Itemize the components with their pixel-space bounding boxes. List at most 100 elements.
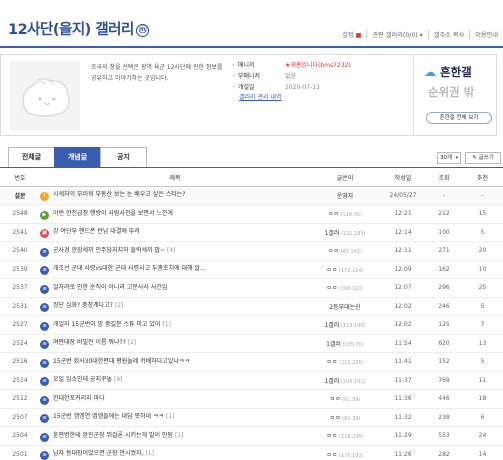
post-subject-cell[interactable]: ≡ 한대한포커리지 마다: [40, 389, 310, 409]
gallery-description: 조국의 창을 선택은 광역 육군 12사단에 관한 정보를 공유하고 이야기하는…: [91, 64, 223, 82]
top-menu-item[interactable]: 설정 ■: [337, 30, 366, 39]
table-row[interactable]: 2512 ≡ 한대한포커리지 마다 ㅇㅇ (61.39) 11:36 446 18: [0, 389, 503, 409]
post-subject-cell[interactable]: ≡ 군사경 한장세끼 민주당지지자 들락세끼 팝~ [4]: [40, 241, 310, 261]
post-subject[interactable]: 개얼지 15군번이 밤 중길문 스튜 미고 있어: [53, 321, 160, 328]
post-subject-cell[interactable]: ≡ 얼차려로 인한 순직이 아니라 고문사사 사건임: [40, 278, 310, 298]
post-subject-cell[interactable]: ≡ 남자 동대장이었으면 군장 안시켰지, [1]: [40, 445, 310, 460]
post-count-select[interactable]: 30개: [437, 152, 461, 164]
post-writer[interactable]: 운영자: [310, 186, 380, 205]
post-writer[interactable]: ㅇㅇ (106.101): [310, 278, 380, 298]
column-header: 글쓴이: [310, 170, 380, 187]
post-subject[interactable]: 군사경 한장세끼 민주당지지자 들락세끼 팝~: [53, 247, 165, 254]
table-row[interactable]: 2524 ≡ 여판대장 비밀전 이름 뭐냐?? [2] 1갤러 (105.70) 11:5…: [0, 334, 503, 353]
top-menu-label: 갤주소 복사: [433, 31, 465, 39]
tab-2[interactable]: 공지: [100, 147, 147, 167]
comment-count[interactable]: [4]: [167, 247, 176, 254]
table-row[interactable]: 2531 ≡ 징단 심화? 중창계다고? [2] 2등부대는신 12:02 246 5: [0, 297, 503, 316]
comment-count[interactable]: [2]: [115, 302, 124, 309]
gallery-header: 12사단(을지) 갤러리 ⓜ 설정 ■ 관련 갤러리(0/0) ▾ 갤주소 복사 이용안내: [0, 0, 503, 54]
tab-1[interactable]: 개념글: [54, 147, 101, 167]
post-subject[interactable]: 시세차익 부러워 부동산 보는 눈 배우고 싶은 스타는?: [53, 191, 185, 198]
post-subject[interactable]: 남자 동대장이었으면 군장 안시켰지,: [53, 450, 143, 457]
gallery-admin-log-link[interactable]: 갤러리 관리 내역: [239, 93, 351, 104]
post-subject[interactable]: 얼차려로 인한 순직이 아니라 고문사사 사건임: [53, 284, 167, 291]
comment-count[interactable]: [1]: [162, 321, 171, 328]
post-subject-cell[interactable]: ≡ 훈련병한테 완진군장 뛰걸론 시키는게 말이 안됨 [1]: [40, 426, 310, 446]
top-menu-label: 이용안내: [475, 31, 498, 39]
column-header[interactable]: 조회: [426, 170, 462, 187]
top-menu-item[interactable]: 이용안내: [469, 29, 503, 39]
post-subject[interactable]: 오일 입소인데 궁지꾸놓: [53, 376, 112, 383]
table-row[interactable]: 2541 ▣ 강 여단부 핸드폰 반납 대결에 뚜려 1갤러 (121.183) 12:…: [0, 223, 503, 242]
post-writer[interactable]: ㅇㅇ (211.235): [310, 352, 380, 372]
gallery-title[interactable]: 12사단(을지) 갤러리 ⓜ: [8, 18, 149, 39]
writer-ip: (106.101): [337, 286, 364, 293]
post-writer[interactable]: ㅇㅇ (172.224): [310, 260, 380, 279]
comment-count[interactable]: [1]: [175, 432, 184, 439]
post-writer[interactable]: ㅇㅇ (61.39): [310, 389, 380, 409]
top-menu-item[interactable]: 갤주소 복사: [427, 29, 469, 39]
post-subject[interactable]: 15군번 엠엠연 앱엠들에는 대답 못하네 ㅋㅋ: [53, 413, 164, 420]
post-subject[interactable]: 훈련병한테 완진군장 뛰걸론 시키는게 말이 안됨: [53, 432, 173, 439]
post-writer[interactable]: ㅇㅇ (61.39): [310, 408, 380, 427]
tab-0[interactable]: 전체글: [8, 147, 55, 167]
writer-ip: (172.224): [337, 267, 364, 274]
top-menu-item[interactable]: 관련 갤러리(0/0) ▾: [366, 29, 427, 39]
post-views: 162: [426, 260, 462, 279]
post-subject-cell[interactable]: ≡ 15군번 엠엠연 앱엠들에는 대답 못하네 ㅋㅋ [1]: [40, 408, 310, 427]
table-row[interactable]: 2514 ≡ 오일 입소인데 궁지꾸놓 [6] 1갤러 (106.101) 11:37 76…: [0, 371, 503, 390]
post-writer[interactable]: 2등부대는신: [310, 297, 380, 316]
post-subject-cell[interactable]: ≡ 징단 심화? 중창계다고? [2]: [40, 297, 310, 316]
post-writer[interactable]: 1갤러 (106.101): [310, 371, 380, 390]
table-row[interactable]: 2527 ≡ 개얼지 15군번이 밤 중길문 스튜 미고 있어 [1] 1갤러 (119…: [0, 315, 503, 335]
post-subject-cell[interactable]: ▣ 강 여단부 핸드폰 반납 대결에 뚜려: [40, 223, 310, 242]
post-writer[interactable]: 1갤러 (119.198): [310, 315, 380, 335]
comment-count[interactable]: [1]: [166, 413, 175, 420]
post-recommend: 7: [462, 315, 503, 335]
column-header[interactable]: 추천: [462, 170, 503, 187]
post-views: 282: [426, 445, 462, 460]
comment-count[interactable]: [2]: [128, 339, 137, 346]
post-writer[interactable]: 1갤러 (105.70): [310, 334, 380, 353]
post-subject-cell[interactable]: ≡ 오일 입소인데 궁지꾸놓 [6]: [40, 371, 310, 390]
table-row[interactable]: 2501 ≡ 남자 동대장이었으면 군장 안시켰지, [1] ㅇㅇ (175.192) 1…: [0, 445, 503, 460]
post-writer[interactable]: ㅇㅇ (45.142): [310, 241, 380, 261]
post-subject-cell[interactable]: ≡ 개얼지 15군번이 밤 중길문 스튜 미고 있어 [1]: [40, 315, 310, 335]
post-subject-cell[interactable]: ▶ 이번 한전급정 행방이 사람사전을 보면서 느낀게: [40, 204, 310, 224]
text-post-icon: ≡: [40, 432, 49, 442]
post-subject-cell[interactable]: ≡ 15군번 회사30대한편대 평원놀레 키배하다고있냐ㅋㅋ: [40, 352, 310, 372]
post-subject-cell[interactable]: ≡ 여판대장 비밀전 이름 뭐냐?? [2]: [40, 334, 310, 353]
table-row[interactable]: 설문! 시세차익 부러워 부동산 보는 눈 배우고 싶은 스타는? 운영자 24/05…: [0, 186, 503, 205]
table-row[interactable]: 2507 ≡ 15군번 엠엠연 앱엠들에는 대답 못하네 ㅋㅋ [1] ㅇㅇ (61.3…: [0, 408, 503, 427]
post-subject[interactable]: 징단 심화? 중창계다고?: [53, 302, 113, 309]
ranking-view-all-button[interactable]: 흔한갤 전체 보기: [426, 112, 492, 124]
post-number: 2504: [0, 426, 40, 446]
post-writer[interactable]: ㅇㅇ (175.192): [310, 445, 380, 460]
table-row[interactable]: 2537 ≡ 얼차려로 인한 순직이 아니라 고문사사 사건임 ㅇㅇ (106.101…: [0, 278, 503, 298]
table-row[interactable]: 2504 ≡ 훈련병한테 완진군장 뛰걸론 시키는게 말이 안됨 [1] ㅇㅇ (118…: [0, 426, 503, 446]
post-subject[interactable]: 개조선 군대 사령vs대한 군대 사령사고 두총조치에 대해 알...: [53, 265, 206, 272]
table-row[interactable]: 2539 ≡ 개조선 군대 사령vs대한 군대 사령사고 두총조치에 대해 알...…: [0, 260, 503, 279]
post-subject[interactable]: 강 여단부 핸드폰 반납 대결에 뚜려: [53, 228, 140, 235]
post-subject[interactable]: 한대한포커리지 마다: [53, 395, 105, 402]
post-writer[interactable]: ㅇㅇ (118.235): [310, 426, 380, 446]
comment-count[interactable]: [6]: [114, 376, 123, 383]
post-writer[interactable]: ㅇㅇ (118.35): [310, 204, 380, 224]
table-row[interactable]: 2540 ≡ 군사경 한장세끼 민주당지지자 들락세끼 팝~ [4] ㅇㅇ (45.14…: [0, 241, 503, 261]
write-button[interactable]: ✎ 글쓰기: [465, 152, 501, 164]
table-row[interactable]: 2548 ▶ 이번 한전급정 행방이 사람사전을 보면서 느낀게 ㅇㅇ (118.35…: [0, 204, 503, 224]
column-header[interactable]: 작성일: [380, 170, 426, 187]
post-subject-cell[interactable]: ≡ 개조선 군대 사령vs대한 군대 사령사고 두총조치에 대해 알...: [40, 260, 310, 279]
meta-row: 매니저★재홍입니다(bms7232): [233, 61, 351, 72]
comment-count[interactable]: [1]: [145, 450, 154, 457]
post-writer[interactable]: 1갤러 (121.183): [310, 223, 380, 242]
post-date: 12:02: [380, 315, 426, 335]
meta-value[interactable]: ★재홍입니다(bms7232): [285, 61, 351, 72]
post-subject[interactable]: 이번 한전급정 행방이 사람사전을 보면서 느낀게: [53, 210, 173, 217]
post-subject[interactable]: 15군번 회사30대한편대 평원놀레 키배하다고있냐ㅋㅋ: [53, 358, 190, 365]
writer-name: 운영자: [336, 192, 354, 200]
post-subject-cell[interactable]: ! 시세차익 부러워 부동산 보는 눈 배우고 싶은 스타는?: [40, 186, 310, 205]
post-subject[interactable]: 여판대장 비밀전 이름 뭐냐??: [53, 339, 126, 346]
table-row[interactable]: 2516 ≡ 15군번 회사30대한편대 평원놀레 키배하다고있냐ㅋㅋ ㅇㅇ (211…: [0, 352, 503, 372]
post-number: 2527: [0, 315, 40, 335]
